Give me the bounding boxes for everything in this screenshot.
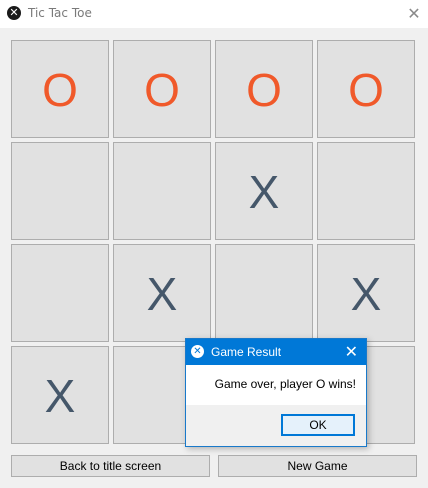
- main-window: ✕ Tic Tac Toe ✕ OOOOXXXX Back to title s…: [0, 0, 428, 488]
- board-cell-r1-c2[interactable]: O: [113, 40, 211, 138]
- board-cell-r4-c1[interactable]: X: [11, 346, 109, 444]
- dialog-title-bar: ✕ Game Result ✕: [186, 339, 366, 365]
- board-cell-r3-c2[interactable]: X: [113, 244, 211, 342]
- board-cell-r1-c3[interactable]: O: [215, 40, 313, 138]
- board-cell-r2-c1[interactable]: [11, 142, 109, 240]
- dialog-message: Game over, player O wins!: [214, 377, 356, 391]
- dialog-title: Game Result: [211, 345, 282, 359]
- board-cell-r3-c1[interactable]: [11, 244, 109, 342]
- window-title: Tic Tac Toe: [28, 6, 92, 20]
- dialog-app-icon: ✕: [191, 345, 204, 358]
- dialog-close-icon[interactable]: ✕: [345, 342, 358, 362]
- board-cell-r1-c4[interactable]: O: [317, 40, 415, 138]
- new-game-button[interactable]: New Game: [218, 455, 417, 477]
- dialog-body: Game over, player O wins!: [186, 365, 366, 405]
- app-icon: ✕: [7, 6, 21, 20]
- board-cell-r2-c3[interactable]: X: [215, 142, 313, 240]
- board-cell-r1-c1[interactable]: O: [11, 40, 109, 138]
- board-cell-r2-c4[interactable]: [317, 142, 415, 240]
- board-cell-r3-c3[interactable]: [215, 244, 313, 342]
- ok-button[interactable]: OK: [281, 414, 355, 436]
- game-result-dialog: ✕ Game Result ✕ Game over, player O wins…: [185, 338, 367, 447]
- back-to-title-button[interactable]: Back to title screen: [11, 455, 210, 477]
- board-cell-r2-c2[interactable]: [113, 142, 211, 240]
- close-button[interactable]: ✕: [400, 0, 428, 28]
- title-bar: ✕ Tic Tac Toe ✕: [0, 0, 428, 28]
- board-cell-r3-c4[interactable]: X: [317, 244, 415, 342]
